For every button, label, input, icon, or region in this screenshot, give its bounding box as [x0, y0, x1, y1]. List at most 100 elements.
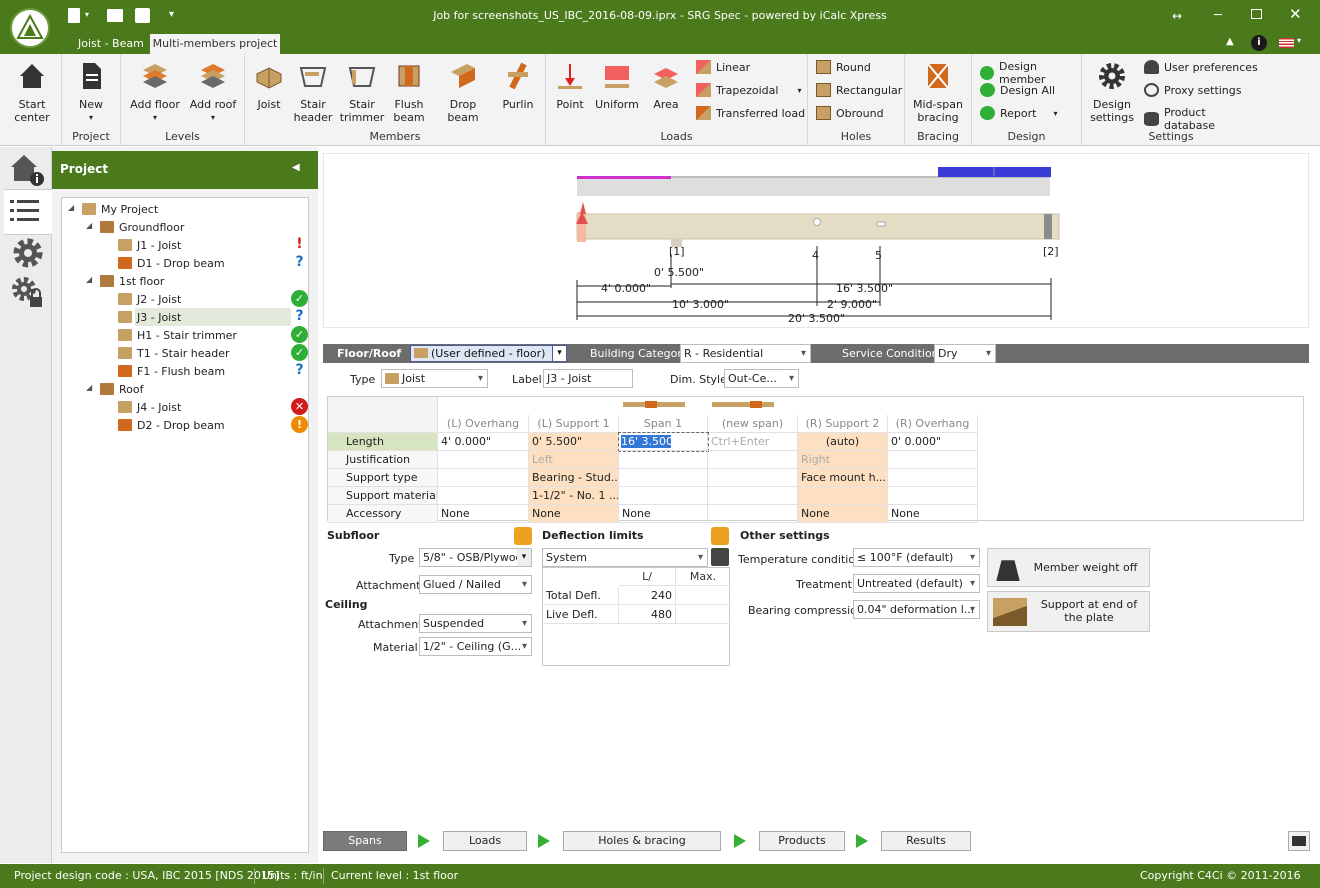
print-button[interactable] [1288, 831, 1310, 851]
drop-beam-button[interactable]: Drop beam [435, 60, 491, 124]
midspan-bracing-button[interactable]: Mid-span bracing [909, 60, 967, 124]
save-preset-icon[interactable] [711, 548, 729, 566]
grid-cell[interactable] [708, 487, 798, 505]
joist-button[interactable]: Joist [249, 60, 289, 111]
nav-settings[interactable] [10, 235, 48, 273]
deflection-live-max[interactable] [676, 606, 730, 624]
grid-cell[interactable] [438, 451, 529, 469]
product-database-button[interactable]: Product database [1144, 106, 1260, 132]
deflection-live-l[interactable]: 480 [619, 606, 676, 624]
tree-member-node[interactable]: J3 - Joist [118, 308, 181, 326]
grid-cell[interactable]: Right [798, 451, 888, 469]
tree-level-node[interactable]: Groundfloor [100, 218, 184, 236]
service-conditions-select[interactable]: Dry [934, 344, 996, 363]
step-holes-bracing[interactable]: Holes & bracing [563, 831, 721, 851]
tree-member-node[interactable]: J1 - Joist [118, 236, 181, 254]
deflection-total-max[interactable] [676, 587, 730, 605]
grid-column-header[interactable]: (new span) [708, 415, 798, 433]
step-loads[interactable]: Loads [443, 831, 527, 851]
building-category-select[interactable]: R - Residential [680, 344, 811, 363]
span-length-input[interactable]: 16' 3.500" [618, 432, 709, 452]
grid-cell[interactable]: 1-1/2" - No. 1 ... [529, 487, 619, 505]
language-dropdown-icon[interactable]: ▾ [1297, 36, 1301, 45]
tab-joist-beam[interactable]: Joist - Beam [78, 37, 144, 50]
stair-trimmer-button[interactable]: Stair trimmer [339, 60, 385, 124]
grid-cell[interactable]: None [888, 505, 978, 523]
tree-member-node[interactable]: H1 - Stair trimmer [118, 326, 237, 344]
ceiling-material-select[interactable]: 1/2" - Ceiling (G... [419, 637, 532, 656]
grid-cell[interactable] [708, 469, 798, 487]
nav-project-list[interactable] [4, 189, 52, 235]
ceiling-attachment-select[interactable]: Suspended [419, 614, 532, 633]
dim-style-select[interactable]: Out-Ce... [724, 369, 799, 388]
tree-member-node[interactable]: J4 - Joist [118, 398, 181, 416]
obround-hole-button[interactable]: Obround [816, 106, 884, 120]
grid-cell[interactable]: 4' 0.000" [438, 433, 529, 451]
grid-column-header[interactable]: (L) Overhang [438, 415, 529, 433]
expand-toggle-icon[interactable]: ◢ [68, 203, 74, 212]
expand-toggle-icon[interactable]: ◢ [86, 275, 92, 284]
tree-member-node[interactable]: D1 - Drop beam [118, 254, 225, 272]
customize-qat-icon[interactable]: ▾ [169, 9, 174, 20]
trapezoidal-load-button[interactable]: Trapezoidal ▾ [696, 83, 801, 97]
deflection-lock-icon[interactable] [711, 527, 729, 545]
start-center-button[interactable]: Start center [6, 60, 58, 124]
floor-roof-select[interactable]: (User defined - floor) ▾ [410, 345, 567, 362]
proxy-settings-button[interactable]: Proxy settings [1144, 83, 1242, 97]
grid-column-header[interactable]: (L) Support 1 [529, 415, 619, 433]
tree-member-node[interactable]: T1 - Stair header [118, 344, 230, 362]
grid-cell[interactable]: Left [529, 451, 619, 469]
tree-level-node[interactable]: Roof [100, 380, 143, 398]
member-type-select[interactable]: Joist [381, 369, 488, 388]
collapse-panel-icon[interactable]: ◀ [292, 162, 300, 173]
user-preferences-button[interactable]: User preferences [1144, 60, 1258, 74]
add-span-icon[interactable] [712, 399, 774, 411]
grid-cell[interactable]: Ctrl+Enter [708, 433, 798, 451]
step-results[interactable]: Results [881, 831, 971, 851]
save-icon[interactable] [135, 8, 150, 23]
tree-member-node[interactable]: D2 - Drop beam [118, 416, 225, 434]
grid-cell[interactable]: 0' 5.500" [529, 433, 619, 451]
subfloor-lock-icon[interactable] [514, 527, 532, 545]
grid-cell[interactable]: (auto) [798, 433, 888, 451]
grid-cell[interactable]: None [438, 505, 529, 523]
app-logo[interactable] [10, 8, 50, 48]
design-settings-button[interactable]: Design settings [1086, 60, 1138, 124]
tree-level-node[interactable]: 1st floor [100, 272, 164, 290]
subfloor-attachment-select[interactable]: Glued / Nailed [419, 575, 532, 594]
step-products[interactable]: Products [759, 831, 845, 851]
area-load-button[interactable]: Area [644, 60, 688, 111]
round-hole-button[interactable]: Round [816, 60, 871, 74]
tree-member-node[interactable]: J2 - Joist [118, 290, 181, 308]
expand-toggle-icon[interactable]: ◢ [86, 221, 92, 230]
member-weight-button[interactable]: Member weight off [987, 548, 1150, 587]
expand-toggle-icon[interactable]: ◢ [86, 383, 92, 392]
grid-cell[interactable] [438, 487, 529, 505]
qat-dropdown-icon[interactable]: ▾ [85, 10, 89, 19]
linear-load-button[interactable]: Linear [696, 60, 750, 74]
grid-cell[interactable] [888, 469, 978, 487]
tab-multi-members-project[interactable]: Multi-members project [150, 34, 280, 54]
step-spans[interactable]: Spans [323, 831, 407, 851]
grid-cell[interactable] [438, 469, 529, 487]
grid-cell[interactable] [798, 487, 888, 505]
purlin-button[interactable]: Purlin [495, 60, 541, 111]
add-floor-button[interactable]: Add floor ▾ [129, 60, 181, 124]
deflection-preset-select[interactable]: System [542, 548, 708, 567]
help-icon[interactable]: i [1251, 35, 1267, 51]
design-all-button[interactable]: Design All [980, 83, 1055, 97]
grid-cell[interactable] [619, 487, 708, 505]
tree-member-node[interactable]: F1 - Flush beam [118, 362, 225, 380]
language-flag-icon[interactable] [1279, 38, 1294, 48]
point-load-button[interactable]: Point [550, 60, 590, 111]
uniform-load-button[interactable]: Uniform [594, 60, 640, 111]
new-file-icon[interactable] [68, 8, 80, 23]
bearing-compression-select[interactable]: 0.04" deformation l... [853, 600, 980, 619]
grid-cell[interactable] [619, 451, 708, 469]
subfloor-type-select[interactable]: 5/8" - OSB/Plywood [419, 548, 532, 567]
flush-beam-button[interactable]: Flush beam [387, 60, 431, 124]
nav-locked-settings[interactable] [10, 275, 48, 313]
grid-column-header[interactable]: (R) Overhang [888, 415, 978, 433]
maximize-button[interactable] [1251, 9, 1262, 19]
grid-column-header[interactable]: (R) Support 2 [798, 415, 888, 433]
